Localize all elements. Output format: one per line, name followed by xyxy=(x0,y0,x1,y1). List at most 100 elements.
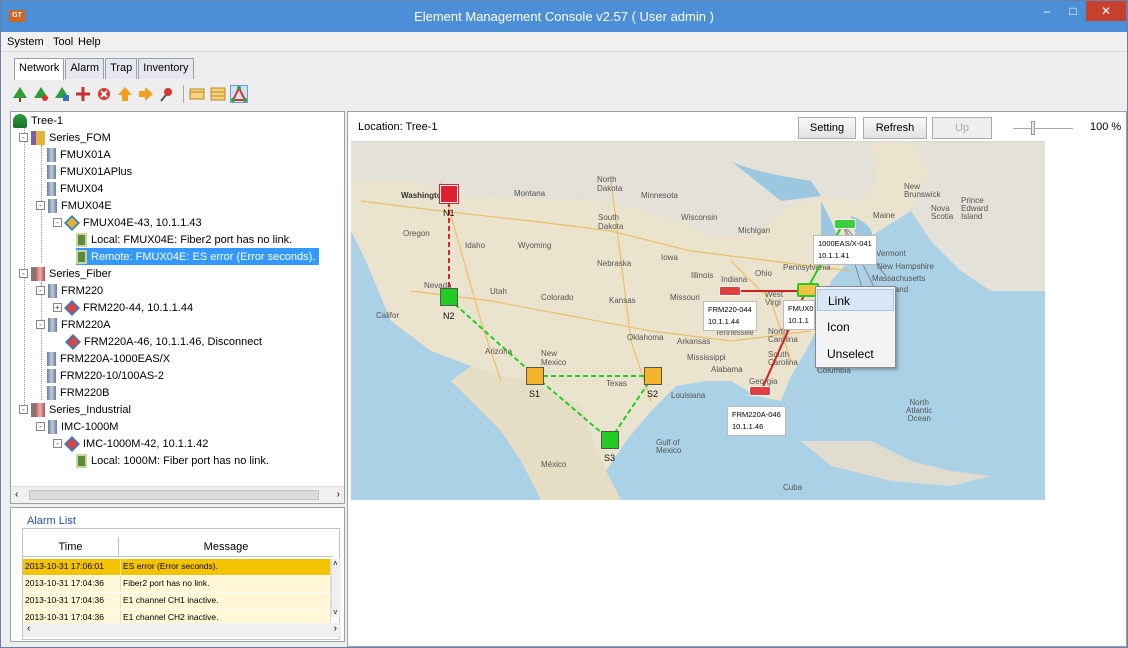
menu-help[interactable]: Help xyxy=(78,36,101,48)
scroll-right-icon[interactable]: › xyxy=(334,623,337,634)
alarm-row[interactable]: 2013-10-31 17:06:01 ES error (Error seco… xyxy=(23,559,331,575)
move-up-icon[interactable] xyxy=(116,85,134,103)
up-button[interactable]: Up xyxy=(932,117,992,139)
zoom-slider-track[interactable] xyxy=(1013,128,1073,129)
list-view-icon[interactable] xyxy=(188,85,206,103)
device-tooltip-frm220a-046: FRM220A-046 10.1.1.46 xyxy=(727,406,786,436)
tab-network[interactable]: Network xyxy=(14,58,65,80)
collapse-icon[interactable]: - xyxy=(36,201,45,210)
tree-node-frm220a-1000easx[interactable]: FRM220A-1000EAS/X xyxy=(47,350,170,367)
tree-node-imc-1000m[interactable]: - IMC-1000M xyxy=(36,418,118,435)
table-view-icon[interactable] xyxy=(209,85,227,103)
tree-node-fmux04[interactable]: FMUX04 xyxy=(47,180,103,197)
topology-map[interactable]: Washington Oregon Idaho Montana Wyoming … xyxy=(351,141,1045,500)
alarm-list-frame: Time Message 2013-10-31 17:06:01 ES erro… xyxy=(22,528,341,640)
tree-node-fmux01aplus[interactable]: FMUX01APlus xyxy=(47,163,132,180)
setting-button[interactable]: Setting xyxy=(798,117,856,139)
node-s3[interactable] xyxy=(601,431,619,449)
zoom-slider-handle[interactable] xyxy=(1031,121,1035,135)
node-s2[interactable] xyxy=(644,367,662,385)
title-bar[interactable]: GT Element Management Console v2.57 ( Us… xyxy=(1,1,1127,32)
context-menu-icon[interactable]: Icon xyxy=(817,316,894,338)
tree-node-imc-1000m-42[interactable]: - IMC-1000M-42, 10.1.1.42 xyxy=(53,435,208,452)
collapse-icon[interactable]: - xyxy=(53,218,62,227)
device-icon xyxy=(48,419,57,434)
tab-inventory[interactable]: Inventory xyxy=(138,58,194,79)
scroll-right-icon[interactable]: › xyxy=(337,489,340,500)
tree-node-frm220b[interactable]: FRM220B xyxy=(47,384,110,401)
tree-node-series-fom[interactable]: - Series_FOM xyxy=(19,129,111,146)
menu-system[interactable]: System xyxy=(7,36,44,48)
device-tree[interactable]: Tree-1 - Series_FOM FMUX01A FMUX01APlus F… xyxy=(11,112,344,485)
tree-connector xyxy=(41,282,42,400)
tree-node-alarm-local-imc[interactable]: Local: 1000M: Fiber port has no link. xyxy=(76,452,269,469)
device-icon xyxy=(47,351,56,366)
close-icon[interactable]: ✕ xyxy=(1086,1,1126,21)
tree-node-alarm-remote-fmux04e[interactable]: Remote: FMUX04E: ES error (Error seconds… xyxy=(76,248,320,265)
tree-node-frm220a-46[interactable]: FRM220A-46, 10.1.1.46, Disconnect xyxy=(65,333,262,350)
add-tree-icon[interactable] xyxy=(11,85,29,103)
column-header-time[interactable]: Time xyxy=(23,537,119,556)
link-s1-s3 xyxy=(534,375,611,441)
delete-node-icon[interactable] xyxy=(95,85,113,103)
tree-horizontal-scrollbar[interactable]: ‹ › xyxy=(11,486,344,503)
device-frm220-044[interactable] xyxy=(719,286,741,296)
tree-node-root[interactable]: Tree-1 xyxy=(13,112,63,129)
topology-view-icon[interactable] xyxy=(230,85,248,103)
add-node-icon[interactable] xyxy=(74,85,92,103)
tab-trap[interactable]: Trap xyxy=(105,58,138,79)
scroll-thumb[interactable] xyxy=(29,490,319,500)
collapse-icon[interactable]: - xyxy=(19,133,28,142)
context-menu-link[interactable]: Link xyxy=(817,289,894,311)
tree-node-frm220[interactable]: - FRM220 xyxy=(36,282,103,299)
delete-group-icon[interactable] xyxy=(53,85,71,103)
collapse-icon[interactable]: - xyxy=(36,422,45,431)
tree-node-frm220-44[interactable]: + FRM220-44, 10.1.1.44 xyxy=(53,299,193,316)
collapse-icon[interactable]: - xyxy=(36,286,45,295)
menu-tool[interactable]: Tool xyxy=(53,36,73,48)
collapse-icon[interactable]: - xyxy=(36,320,45,329)
collapse-icon[interactable]: - xyxy=(19,269,28,278)
minimize-icon[interactable]: – xyxy=(1034,1,1060,21)
scroll-down-icon[interactable]: ˅ xyxy=(333,608,338,617)
alarm-row[interactable]: 2013-10-31 17:04:36 E1 channel CH1 inact… xyxy=(23,593,331,609)
collapse-icon[interactable]: - xyxy=(19,405,28,414)
column-header-message[interactable]: Message xyxy=(119,537,333,556)
node-n1[interactable] xyxy=(440,185,458,203)
tree-node-series-industrial[interactable]: - Series_Industrial xyxy=(19,401,131,418)
node-s1[interactable] xyxy=(526,367,544,385)
node-label-n2: N2 xyxy=(443,311,455,321)
location-label: Location: Tree-1 xyxy=(358,121,438,133)
tree-node-fmux01a[interactable]: FMUX01A xyxy=(47,146,111,163)
device-1000easx-041[interactable] xyxy=(834,219,856,229)
device-icon xyxy=(48,198,57,213)
context-menu-unselect[interactable]: Unselect xyxy=(817,343,894,365)
tab-alarm[interactable]: Alarm xyxy=(65,58,105,79)
move-right-icon[interactable] xyxy=(137,85,155,103)
tree-node-series-fiber[interactable]: - Series_Fiber xyxy=(19,265,111,282)
tree-node-alarm-local-fmux04e[interactable]: Local: FMUX04E: Fiber2 port has no link. xyxy=(76,231,292,248)
tree-node-frm220a[interactable]: - FRM220A xyxy=(36,316,111,333)
alarm-row[interactable]: 2013-10-31 17:04:36 Fiber2 port has no l… xyxy=(23,576,331,592)
collapse-icon[interactable]: - xyxy=(53,439,62,448)
device-frm220a-046[interactable] xyxy=(749,386,771,396)
device-tooltip-fmux: FMUX0 10.1.1 xyxy=(783,300,815,330)
tree-node-fmux04e[interactable]: - FMUX04E xyxy=(36,197,112,214)
tree-node-fmux04e-43[interactable]: - FMUX04E-43, 10.1.1.43 xyxy=(53,214,202,231)
alarm-row[interactable]: 2013-10-31 17:04:36 E1 channel CH2 inact… xyxy=(23,610,331,623)
device-icon xyxy=(48,317,57,332)
refresh-button[interactable]: Refresh xyxy=(863,117,927,139)
alarm-vertical-scrollbar[interactable]: ˄ ˅ xyxy=(331,559,341,617)
alarm-list-title: Alarm List xyxy=(27,515,76,527)
pin-icon[interactable] xyxy=(158,85,176,103)
tree-node-frm220-10-100as-2[interactable]: FRM220-10/100AS-2 xyxy=(47,367,164,384)
scroll-up-icon[interactable]: ˄ xyxy=(333,559,338,568)
alarm-horizontal-scrollbar[interactable]: ‹ › xyxy=(23,623,341,637)
scroll-left-icon[interactable]: ‹ xyxy=(15,489,18,500)
scroll-left-icon[interactable]: ‹ xyxy=(27,623,30,634)
maximize-icon[interactable]: □ xyxy=(1060,1,1086,21)
add-group-icon[interactable] xyxy=(32,85,50,103)
expand-icon[interactable]: + xyxy=(53,303,62,312)
node-n2[interactable] xyxy=(440,288,458,306)
alarm-port-icon xyxy=(76,249,87,264)
